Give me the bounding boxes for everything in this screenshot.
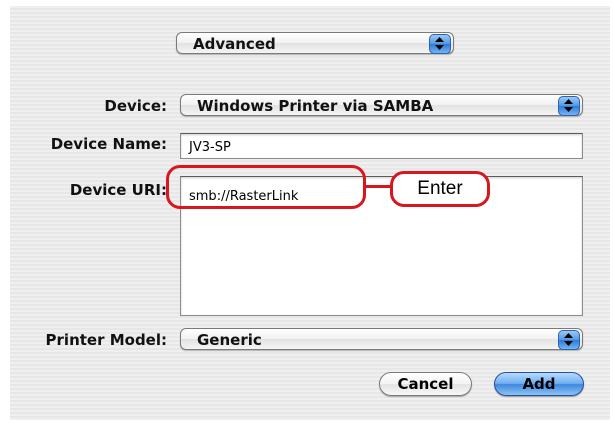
printer-model-popup[interactable]: Generic bbox=[180, 328, 583, 350]
printer-model-label: Printer Model: bbox=[45, 331, 167, 349]
uri-highlight-box bbox=[166, 165, 366, 209]
section-popup[interactable]: Advanced bbox=[176, 32, 454, 54]
add-printer-panel: Advanced Device: Windows Printer via SAM… bbox=[10, 6, 610, 420]
up-down-arrows-icon bbox=[558, 96, 580, 116]
section-popup-value: Advanced bbox=[193, 35, 276, 53]
add-button-label: Add bbox=[522, 375, 556, 393]
cancel-button[interactable]: Cancel bbox=[379, 372, 472, 396]
annotation-connector bbox=[365, 185, 391, 188]
device-name-field[interactable]: JV3-SP bbox=[180, 133, 583, 159]
device-label: Device: bbox=[104, 97, 167, 115]
up-down-arrows-icon bbox=[558, 330, 580, 350]
enter-callout: Enter bbox=[390, 171, 490, 207]
device-name-label: Device Name: bbox=[50, 135, 167, 153]
cancel-button-label: Cancel bbox=[397, 375, 454, 393]
device-popup-value: Windows Printer via SAMBA bbox=[197, 97, 434, 115]
up-down-arrows-icon bbox=[429, 34, 451, 54]
device-name-value: JV3-SP bbox=[189, 140, 231, 155]
add-button[interactable]: Add bbox=[494, 372, 584, 396]
device-uri-label: Device URI: bbox=[69, 181, 167, 199]
enter-callout-text: Enter bbox=[417, 178, 463, 199]
printer-model-value: Generic bbox=[197, 331, 262, 349]
device-popup[interactable]: Windows Printer via SAMBA bbox=[180, 94, 583, 116]
